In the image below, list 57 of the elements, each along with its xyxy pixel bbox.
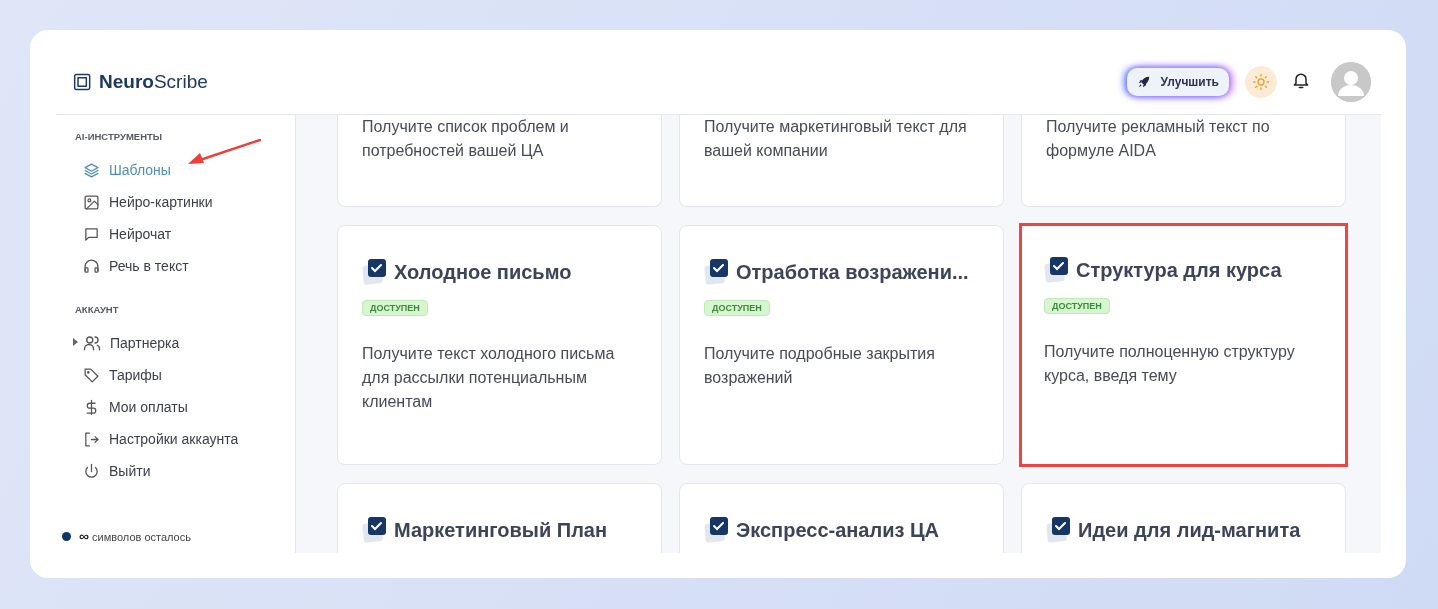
checkbox-icon <box>704 516 730 544</box>
expand-caret-icon[interactable] <box>73 338 78 348</box>
logo-icon <box>73 72 93 92</box>
template-description: Получите список проблем и потребностей вашей ЦА <box>362 117 570 161</box>
upgrade-button[interactable]: Улучшить <box>1126 68 1229 96</box>
sidebar-item[interactable]: Настройки аккаунта <box>56 423 239 455</box>
template-description: Получите маркетинговый текст для вашей компании <box>704 117 968 161</box>
checkbox-icon <box>704 258 730 286</box>
template-card[interactable]: Получите список проблем и потребностей вашей ЦА <box>337 115 662 207</box>
sidebar-item[interactable]: Речь в текст <box>56 250 189 282</box>
theme-toggle-button[interactable] <box>1245 66 1277 98</box>
sidebar-item[interactable]: Нейро-картинки <box>56 186 213 218</box>
template-card[interactable]: Маркетинговый План <box>337 483 662 553</box>
template-card[interactable]: Идеи для лид-магнита <box>1021 483 1346 553</box>
status-label: ДОСТУПЕН <box>1044 298 1110 314</box>
rocket-icon <box>1136 75 1151 89</box>
checkbox-icon <box>1046 516 1072 544</box>
tag-icon <box>83 366 100 384</box>
checkbox-icon <box>1044 256 1070 284</box>
template-card[interactable]: Получите рекламный текст по формуле AIDA <box>1021 115 1346 207</box>
logo-text: NeuroScribe <box>99 71 208 93</box>
sidebar-item[interactable]: Шаблоны <box>56 154 171 186</box>
status-label: ДОСТУПЕН <box>704 300 770 316</box>
section-heading: AI-ИНСТРУМЕНТЫ <box>75 131 163 142</box>
headphones-icon <box>83 257 100 275</box>
template-description: Получите рекламный текст по формуле AIDA <box>1046 117 1271 161</box>
template-description: Получите текст холодного письма для рассылки потенциальным клиентам <box>362 344 616 412</box>
sidebar-item[interactable]: Выйти <box>56 455 151 487</box>
template-title[interactable]: Холодное письмо <box>394 260 572 284</box>
checkbox-icon <box>362 258 388 286</box>
sun-icon <box>1252 73 1270 91</box>
template-description: Получите подробные закрытия возражений <box>704 344 936 388</box>
template-card[interactable]: Холодное письмо ДОСТУПЕН Получите текст холодного письма для рассылки потенциальным клиентам <box>337 225 662 465</box>
template-title[interactable]: Отработка возражени... <box>736 260 969 284</box>
power-icon <box>83 462 100 480</box>
credits-label: символов осталось <box>92 531 191 543</box>
template-card[interactable]: Экспресс-анализ ЦА <box>679 483 1004 553</box>
template-title[interactable]: Идеи для лид-магнита <box>1078 518 1301 542</box>
chat-bubble-icon <box>83 225 100 243</box>
template-title[interactable]: Структура для курса <box>1076 258 1282 282</box>
template-card[interactable]: Отработка возражени... ДОСТУПЕН Получите подробные закрытия возражений <box>679 225 1004 465</box>
sidebar-item[interactable]: Мои оплаты <box>56 391 188 423</box>
users-icon <box>83 334 101 352</box>
status-label: ДОСТУПЕН <box>362 300 428 316</box>
checkbox-icon <box>362 516 388 544</box>
sidebar-item[interactable]: Партнерка <box>56 327 180 359</box>
template-description: Получите полноценную структуру курса, введя тему <box>1044 342 1296 386</box>
template-card[interactable]: Структура для курса ДОСТУПЕН Получите полноценную структуру курса, введя тему <box>1019 223 1348 467</box>
sidebar-item[interactable]: Нейрочат <box>56 218 172 250</box>
image-icon <box>83 193 100 211</box>
sidebar-item[interactable]: Тарифы <box>56 359 162 391</box>
template-card[interactable]: Получите маркетинговый текст для вашей компании <box>679 115 1004 207</box>
template-title[interactable]: Экспресс-анализ ЦА <box>736 518 940 542</box>
credits-count: ∞ <box>79 528 89 544</box>
section-heading: АККАУНТ <box>75 304 119 315</box>
template-title[interactable]: Маркетинговый План <box>394 518 608 542</box>
layers-icon <box>83 161 100 179</box>
